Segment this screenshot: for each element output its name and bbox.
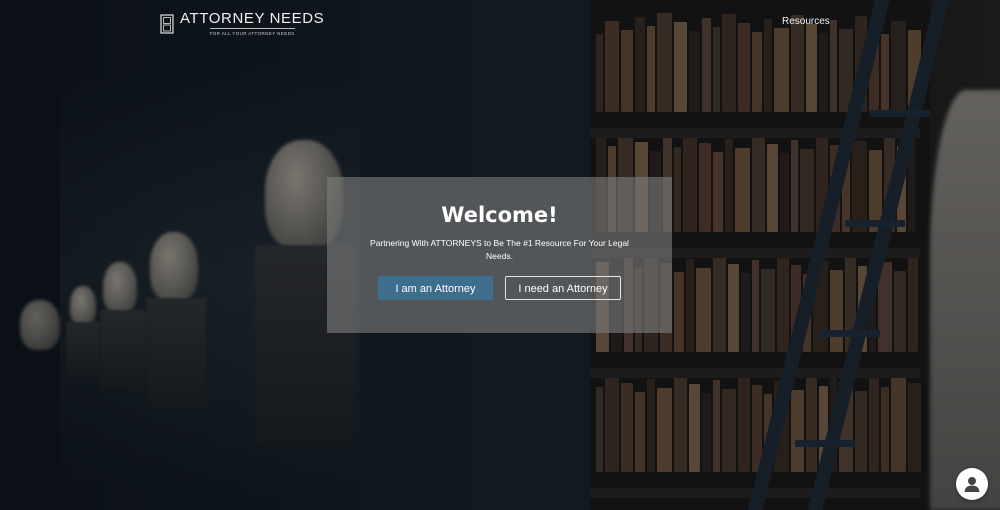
chat-avatar-button[interactable] bbox=[956, 468, 988, 500]
i-need-an-attorney-button[interactable]: I need an Attorney bbox=[505, 276, 621, 300]
welcome-modal: Welcome! Partnering With ATTORNEYS to Be… bbox=[327, 177, 672, 333]
page: ATTORNEY NEEDS FOR ALL YOUR ATTORNEY NEE… bbox=[0, 0, 1000, 510]
site-logo[interactable]: ATTORNEY NEEDS FOR ALL YOUR ATTORNEY NEE… bbox=[160, 11, 324, 36]
modal-subtitle: Partnering With ATTORNEYS to Be The #1 R… bbox=[370, 238, 629, 261]
logo-title: ATTORNEY NEEDS bbox=[180, 10, 325, 27]
user-avatar-icon bbox=[964, 477, 980, 492]
nav-link-resources[interactable]: Resources bbox=[782, 16, 830, 27]
modal-title: Welcome! bbox=[441, 203, 558, 227]
logo-text: ATTORNEY NEEDS FOR ALL YOUR ATTORNEY NEE… bbox=[180, 10, 325, 37]
i-am-an-attorney-button[interactable]: I am an Attorney bbox=[378, 276, 493, 300]
modal-actions: I am an Attorney I need an Attorney bbox=[327, 276, 672, 300]
door-icon bbox=[160, 13, 174, 34]
logo-tagline: FOR ALL YOUR ATTORNEY NEEDS bbox=[209, 28, 295, 36]
